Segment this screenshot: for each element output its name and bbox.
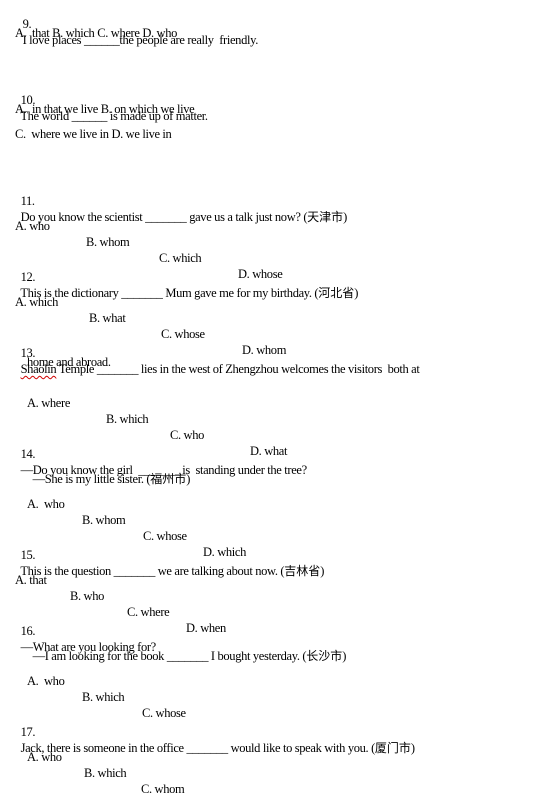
option-a: A. where: [27, 396, 71, 410]
option-b: B. whom: [82, 513, 126, 527]
question-10-options-row-2: C. where we live in D. we live in: [15, 127, 172, 141]
option-a: A. who: [15, 219, 50, 233]
question-10-options-row-1: A. in that we live B. on which we live: [15, 102, 195, 116]
option-b: B. who: [70, 589, 105, 603]
question-9-options: A. that B. which C. where D. who: [15, 26, 178, 40]
option-c: C. whom: [141, 782, 185, 796]
option-b: B. which: [84, 766, 127, 780]
option-b: B. whom: [86, 235, 130, 249]
option-b: B. which: [106, 412, 149, 426]
question-17-options: A. who B. which C. whom: [0, 733, 540, 797]
option-a: A. that: [15, 573, 47, 587]
option-a: A. who: [27, 497, 65, 511]
option-a: A. which: [15, 295, 59, 309]
option-b: B. what: [89, 311, 126, 325]
option-a: A. who: [27, 674, 65, 688]
option-b: B. which: [82, 690, 125, 704]
option-a: A. who: [27, 750, 62, 764]
question-13-stem-continued: home and abroad.: [27, 355, 111, 369]
